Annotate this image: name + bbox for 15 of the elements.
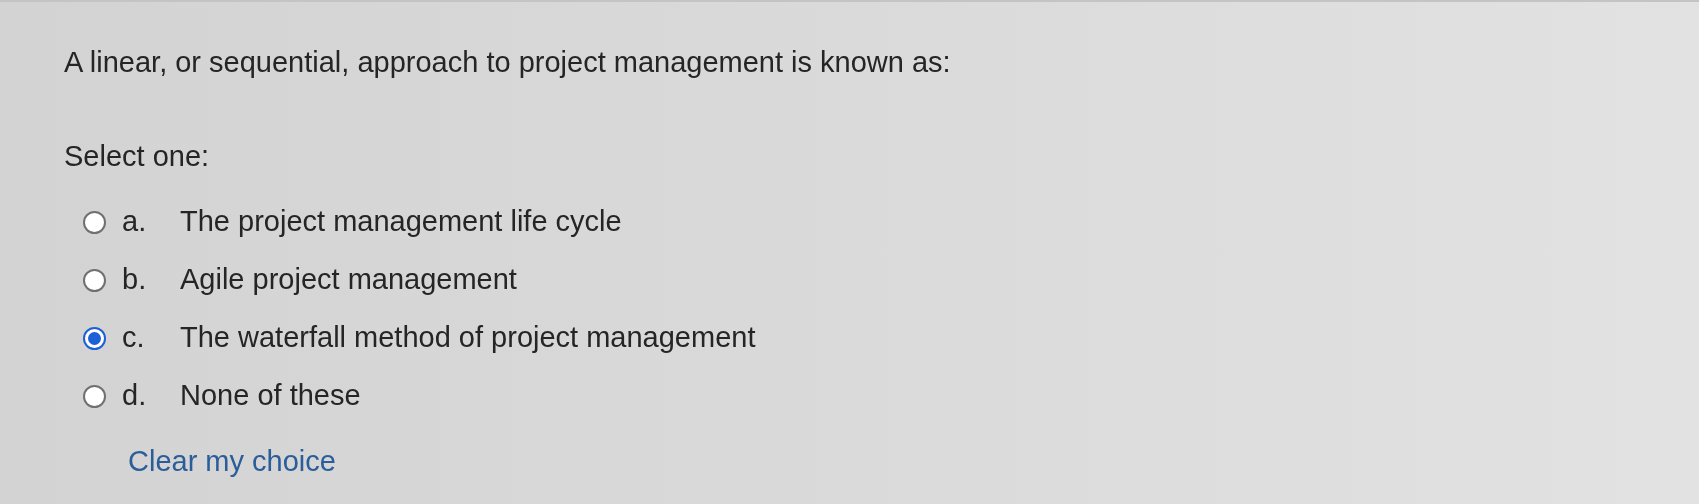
option-letter: d. [122, 378, 148, 414]
question-text: A linear, or sequential, approach to project management is known as: [64, 45, 952, 80]
radio-button[interactable] [83, 268, 106, 292]
radio-button[interactable] [83, 326, 106, 350]
radio-button[interactable] [83, 210, 106, 234]
option-label: The waterfall method of project management [180, 320, 756, 356]
option-letter: c. [122, 320, 146, 356]
select-prompt: Select one: [64, 139, 211, 174]
clear-choice-link[interactable]: Clear my choice [128, 440, 336, 484]
radio-button[interactable] [83, 384, 106, 408]
option-letter: a. [122, 204, 148, 240]
option-label: The project management life cycle [180, 204, 622, 240]
option-letter: b. [122, 262, 148, 298]
option-label: Agile project management [180, 262, 517, 298]
option-label: None of these [180, 378, 361, 414]
